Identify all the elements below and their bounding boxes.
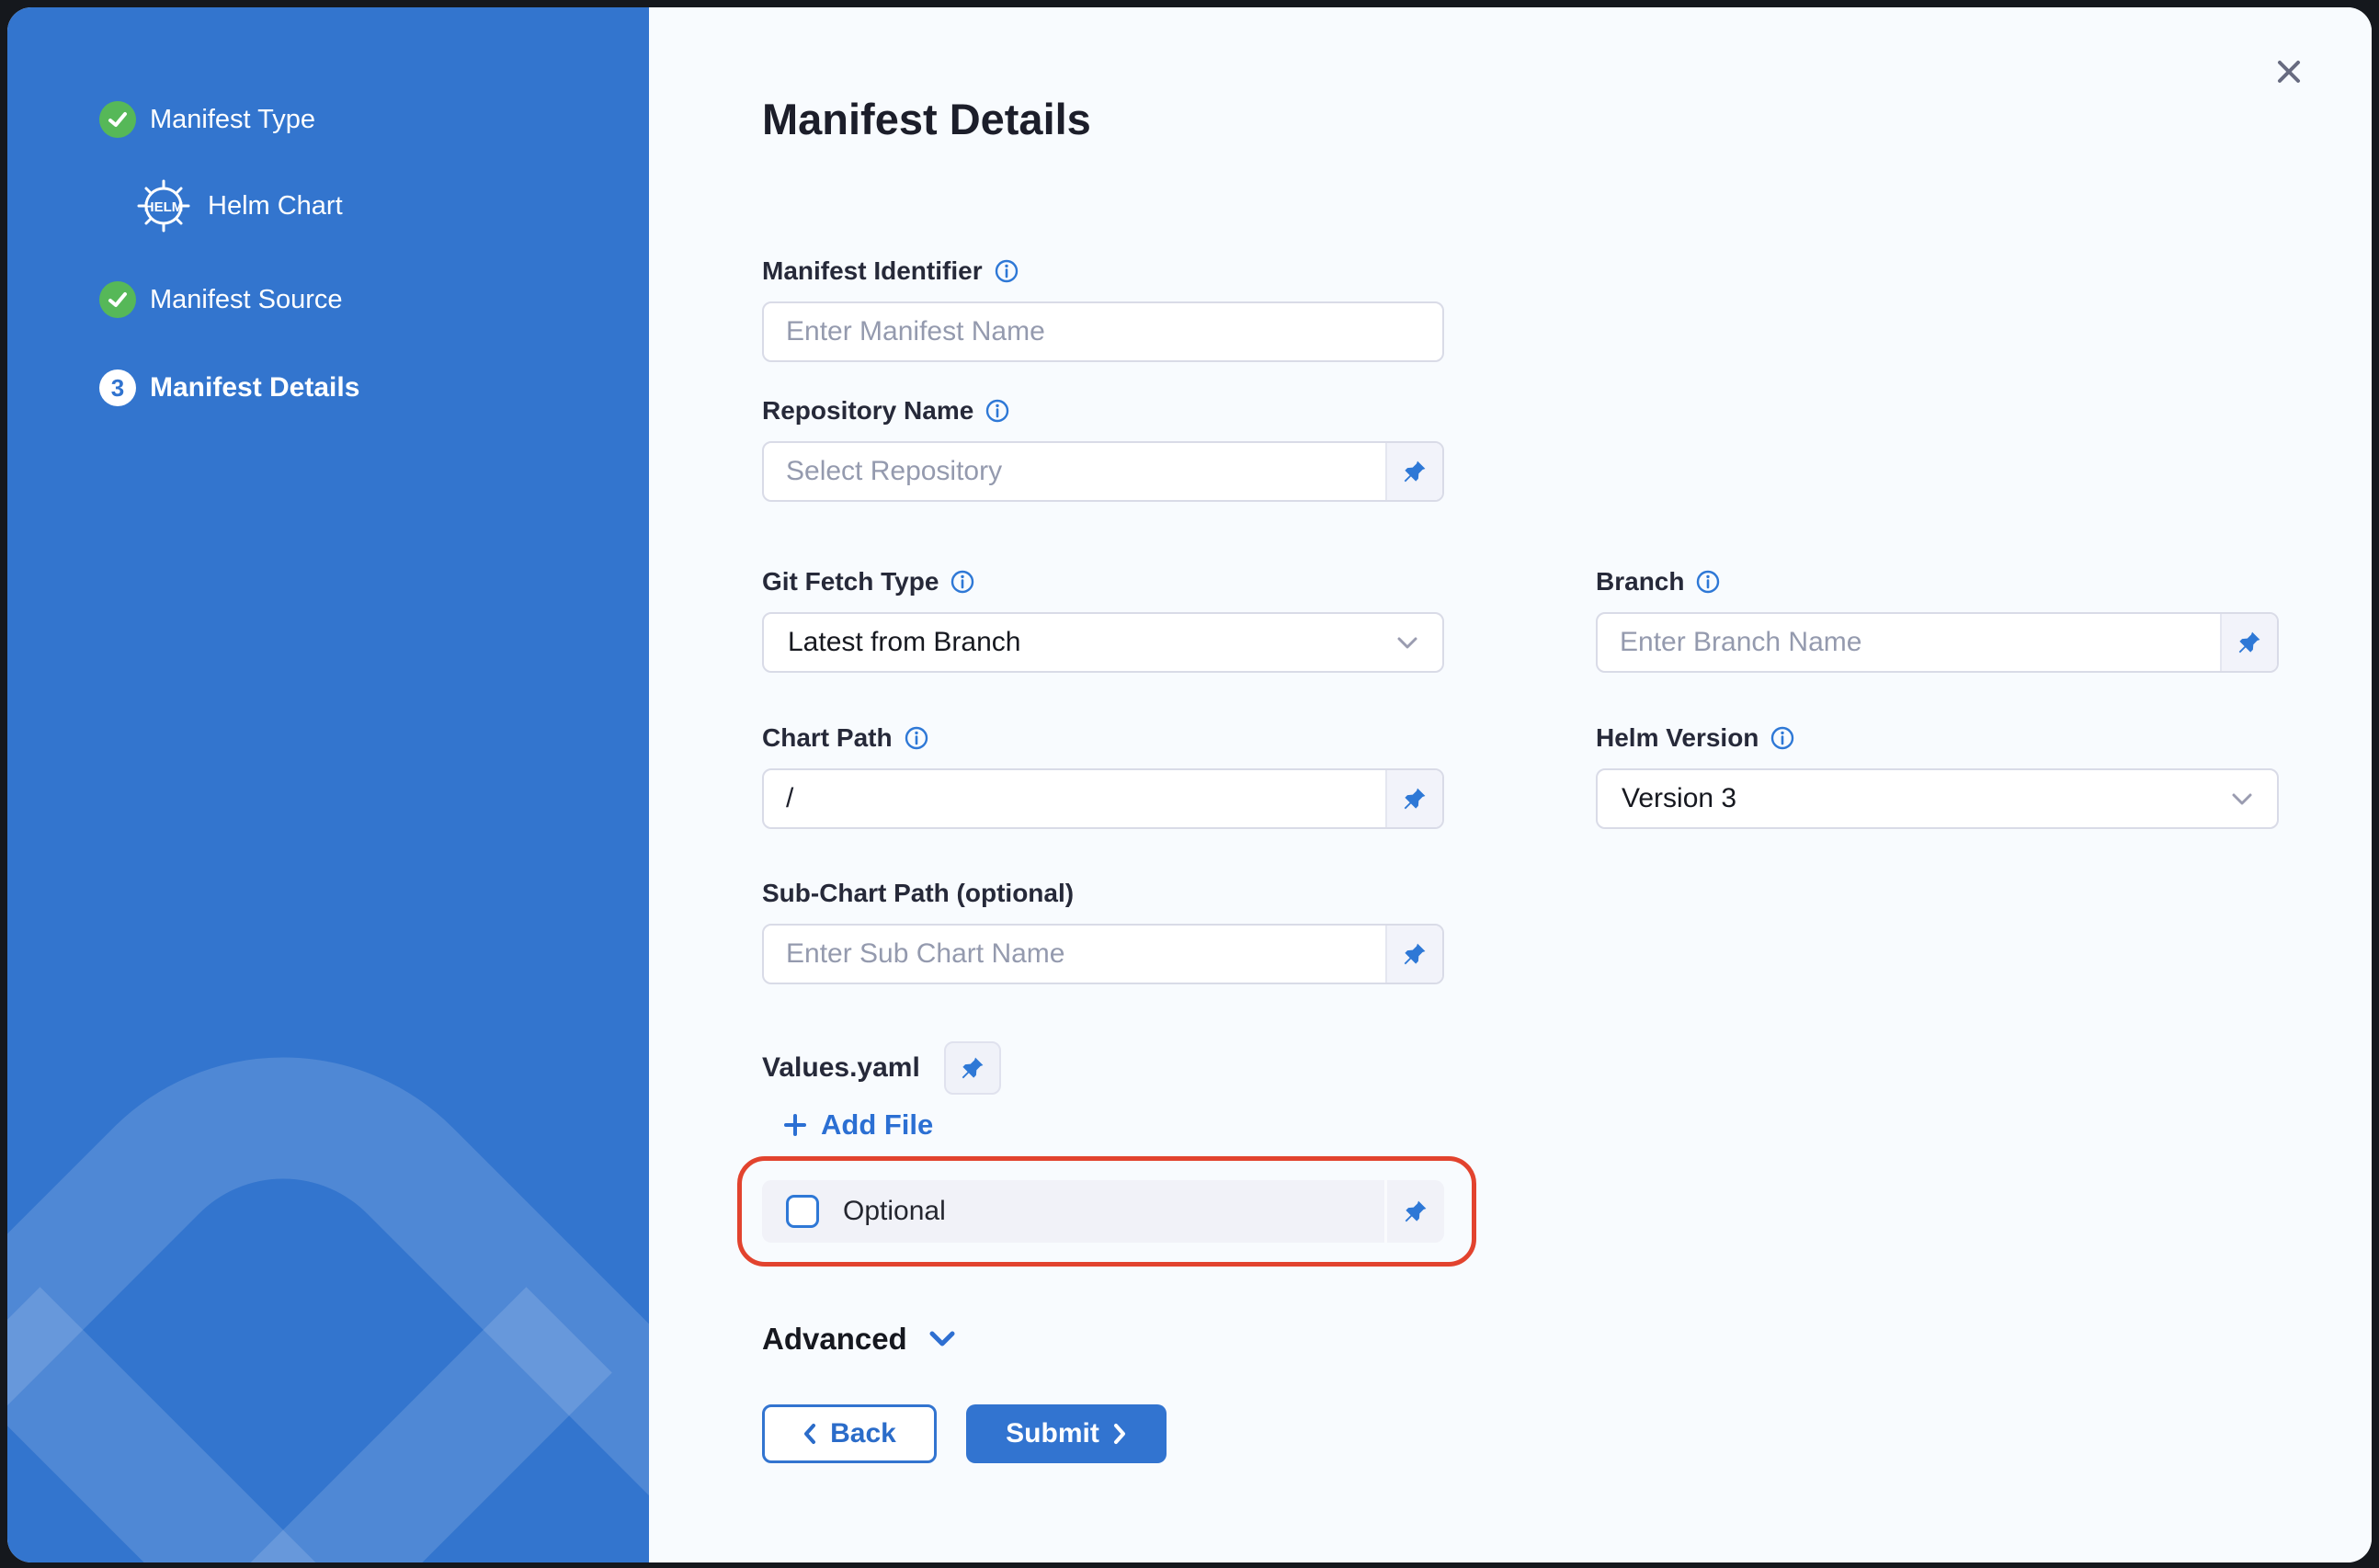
optional-checkbox[interactable] bbox=[786, 1195, 819, 1228]
page-title: Manifest Details bbox=[762, 94, 1091, 144]
svg-text:HELM: HELM bbox=[144, 199, 184, 215]
optional-checkbox-label: Optional bbox=[843, 1196, 946, 1227]
chevron-down-icon bbox=[2231, 792, 2253, 806]
select-value: Latest from Branch bbox=[788, 627, 1020, 658]
step-label: Manifest Details bbox=[150, 372, 359, 403]
field-repository-name: Repository Name bbox=[762, 395, 1444, 502]
submit-label: Submit bbox=[1006, 1418, 1099, 1449]
helm-version-select[interactable]: Version 3 bbox=[1596, 768, 2279, 829]
field-git-fetch-type: Git Fetch Type Latest from Branch bbox=[762, 566, 1444, 673]
close-icon[interactable] bbox=[2263, 46, 2315, 97]
plus-icon bbox=[782, 1112, 808, 1138]
values-yaml-section: Values.yaml bbox=[762, 1040, 1001, 1096]
manifest-identifier-input[interactable] bbox=[764, 303, 1442, 360]
info-icon[interactable] bbox=[1770, 726, 1794, 750]
select-value: Version 3 bbox=[1622, 783, 1736, 814]
check-icon bbox=[99, 281, 136, 318]
sidebar-step-manifest-source[interactable]: Manifest Source bbox=[99, 281, 343, 318]
chevron-down-icon bbox=[1396, 636, 1418, 650]
field-branch: Branch bbox=[1596, 566, 2279, 673]
chevron-down-icon bbox=[928, 1330, 957, 1348]
info-icon[interactable] bbox=[1696, 570, 1720, 594]
values-yaml-label: Values.yaml bbox=[762, 1052, 920, 1084]
manifest-details-modal: Manifest Type HELM bbox=[7, 7, 2372, 1562]
sidebar-step-manifest-type[interactable]: Manifest Type bbox=[99, 101, 315, 138]
field-label: Manifest Identifier bbox=[762, 256, 983, 286]
back-button[interactable]: Back bbox=[762, 1404, 937, 1463]
manifest-details-panel: Manifest Details Manifest Identifier bbox=[649, 7, 2372, 1562]
info-icon[interactable] bbox=[905, 726, 928, 750]
step-label: Manifest Type bbox=[150, 105, 315, 135]
helm-icon: HELM bbox=[135, 177, 192, 234]
field-label: Sub-Chart Path (optional) bbox=[762, 879, 1074, 908]
sidebar-subitem-helm-chart: HELM Helm Chart bbox=[135, 177, 343, 234]
sidebar-watermark-logo bbox=[7, 835, 649, 1562]
pin-icon[interactable] bbox=[1385, 926, 1442, 983]
field-label: Chart Path bbox=[762, 723, 893, 753]
back-label: Back bbox=[830, 1418, 896, 1449]
chevron-right-icon bbox=[1112, 1423, 1127, 1445]
info-icon[interactable] bbox=[985, 399, 1009, 423]
pin-icon[interactable] bbox=[1385, 770, 1442, 827]
advanced-toggle[interactable]: Advanced bbox=[762, 1322, 957, 1357]
step-label: Helm Chart bbox=[208, 191, 343, 222]
submit-button[interactable]: Submit bbox=[966, 1404, 1167, 1463]
add-file-button[interactable]: Add File bbox=[782, 1108, 933, 1142]
pin-icon[interactable] bbox=[1385, 443, 1442, 500]
info-icon[interactable] bbox=[995, 259, 1019, 283]
check-icon bbox=[99, 101, 136, 138]
wizard-sidebar: Manifest Type HELM bbox=[7, 7, 649, 1562]
chart-path-input[interactable] bbox=[764, 770, 1385, 827]
branch-input[interactable] bbox=[1598, 614, 2220, 671]
step-label: Manifest Source bbox=[150, 285, 343, 315]
field-manifest-identifier: Manifest Identifier bbox=[762, 256, 1444, 362]
field-label: Branch bbox=[1596, 567, 1684, 597]
field-sub-chart-path: Sub-Chart Path (optional) bbox=[762, 878, 1444, 984]
field-label: Git Fetch Type bbox=[762, 567, 939, 597]
optional-file-row: Optional bbox=[762, 1180, 1444, 1243]
pin-icon[interactable] bbox=[944, 1041, 1001, 1095]
wizard-footer: Back Submit bbox=[762, 1404, 1167, 1463]
pin-icon[interactable] bbox=[2220, 614, 2277, 671]
sidebar-step-manifest-details[interactable]: 3 Manifest Details bbox=[99, 369, 359, 406]
pin-icon[interactable] bbox=[1384, 1180, 1444, 1243]
add-file-label: Add File bbox=[821, 1108, 933, 1142]
step-number-badge: 3 bbox=[99, 369, 136, 406]
field-label: Helm Version bbox=[1596, 723, 1759, 753]
sub-chart-path-input[interactable] bbox=[764, 926, 1385, 983]
field-chart-path: Chart Path bbox=[762, 722, 1444, 829]
repository-name-input[interactable] bbox=[764, 443, 1385, 500]
advanced-label: Advanced bbox=[762, 1322, 907, 1357]
git-fetch-type-select[interactable]: Latest from Branch bbox=[762, 612, 1444, 673]
field-label: Repository Name bbox=[762, 396, 973, 426]
chevron-left-icon bbox=[802, 1423, 817, 1445]
field-helm-version: Helm Version Version 3 bbox=[1596, 722, 2279, 829]
info-icon[interactable] bbox=[950, 570, 974, 594]
